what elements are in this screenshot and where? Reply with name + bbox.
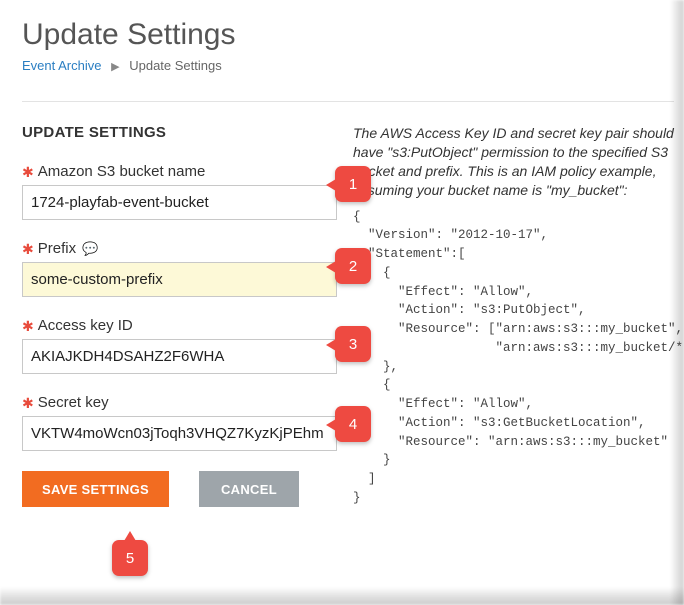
breadcrumb-current: Update Settings — [129, 58, 222, 73]
required-asterisk-icon: ✱ — [22, 396, 34, 410]
field-access-key: ✱ Access key ID — [22, 317, 337, 374]
required-asterisk-icon: ✱ — [22, 242, 34, 256]
page-title: Update Settings — [22, 18, 674, 52]
callout-2: 2 — [335, 248, 371, 284]
field-prefix: ✱ Prefix 💬 — [22, 240, 337, 297]
callout-4: 4 — [335, 406, 371, 442]
input-access-key[interactable] — [22, 339, 337, 374]
input-bucket-name[interactable] — [22, 185, 337, 220]
cancel-button[interactable]: CANCEL — [199, 471, 299, 507]
breadcrumb: Event Archive ▶ Update Settings — [22, 58, 674, 73]
breadcrumb-link-event-archive[interactable]: Event Archive — [22, 58, 102, 73]
label-secret-key: ✱ Secret key — [22, 394, 337, 411]
field-secret-key: ✱ Secret key — [22, 394, 337, 451]
divider — [22, 101, 674, 102]
label-bucket-name: ✱ Amazon S3 bucket name — [22, 163, 337, 180]
help-text: The AWS Access Key ID and secret key pai… — [353, 124, 684, 200]
input-prefix[interactable] — [22, 262, 337, 297]
section-heading: UPDATE SETTINGS — [22, 124, 337, 141]
label-access-key: ✱ Access key ID — [22, 317, 337, 334]
label-prefix: ✱ Prefix 💬 — [22, 240, 337, 257]
field-bucket-name: ✱ Amazon S3 bucket name — [22, 163, 337, 220]
input-secret-key[interactable] — [22, 416, 337, 451]
callout-3: 3 — [335, 326, 371, 362]
speech-bubble-icon: 💬 — [82, 241, 98, 257]
callout-1: 1 — [335, 166, 371, 202]
chevron-right-icon: ▶ — [111, 61, 119, 73]
callout-5: 5 — [112, 540, 148, 576]
save-settings-button[interactable]: SAVE SETTINGS — [22, 471, 169, 507]
required-asterisk-icon: ✱ — [22, 319, 34, 333]
help-panel: The AWS Access Key ID and secret key pai… — [353, 124, 684, 508]
iam-policy-code: { "Version": "2012-10-17", "Statement":[… — [353, 208, 684, 508]
required-asterisk-icon: ✱ — [22, 165, 34, 179]
